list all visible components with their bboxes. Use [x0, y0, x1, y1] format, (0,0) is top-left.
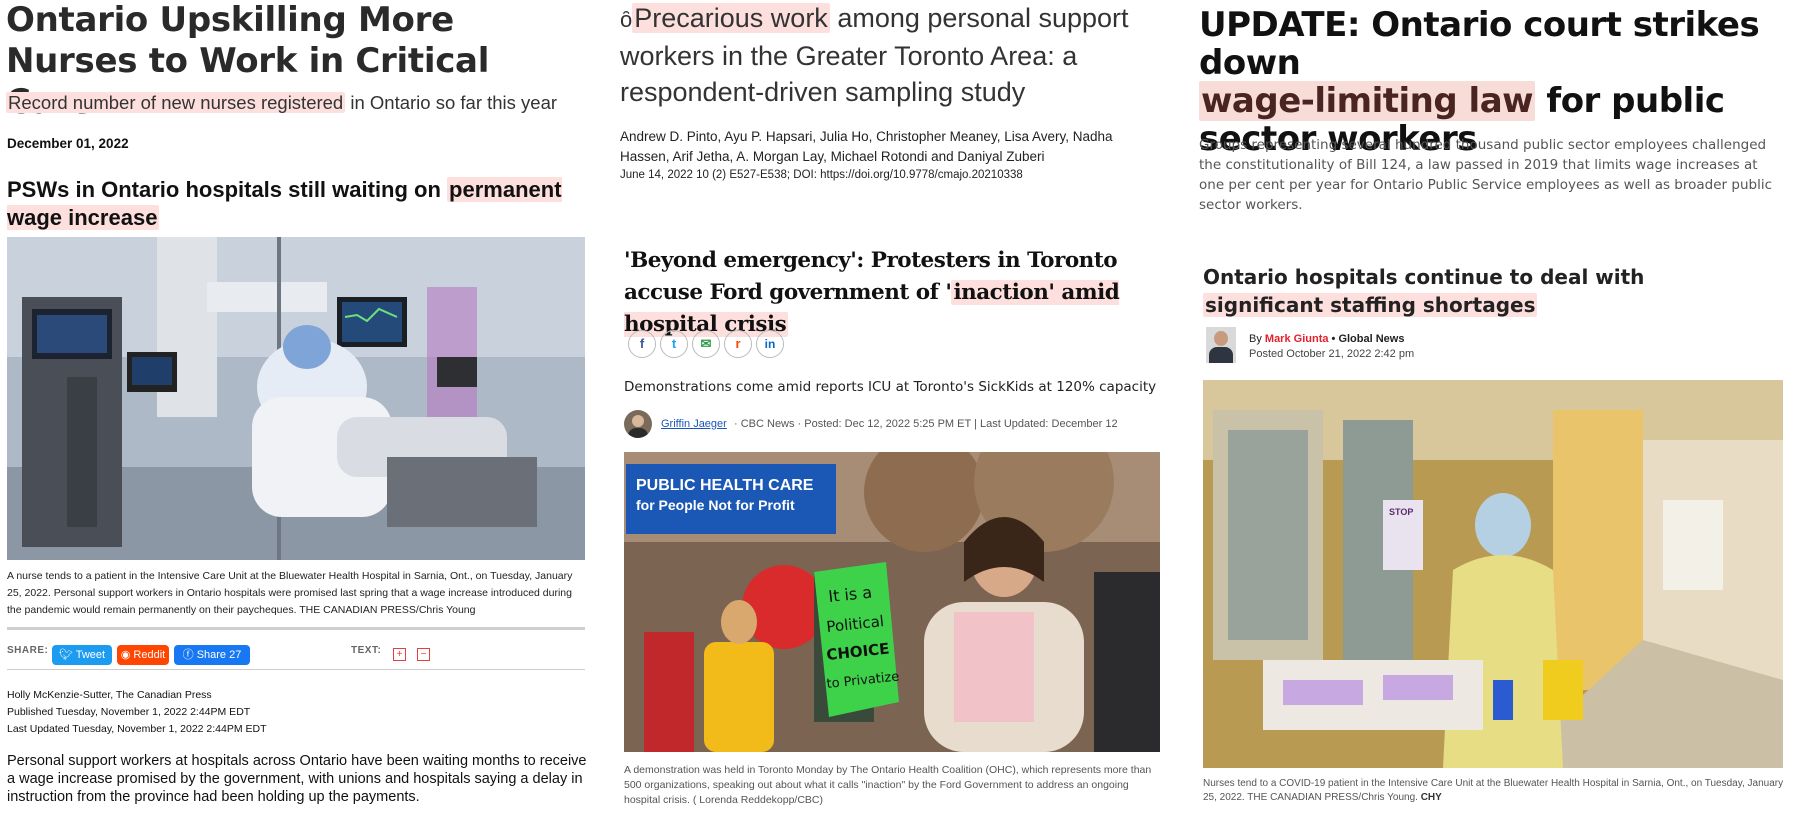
author-link[interactable]: Mark Giunta	[1265, 333, 1329, 345]
share-label: SHARE:	[7, 645, 49, 656]
open-access-icon: ȏ	[620, 7, 633, 32]
icu-hallway-photo: STOP	[1203, 380, 1783, 768]
linkedin-icon[interactable]: in	[756, 330, 784, 358]
share-bar: SHARE: 🐦︎ Tweet ◉ Reddit ⓕ Share 27 TEXT…	[7, 645, 587, 667]
tweet-button[interactable]: 🐦︎ Tweet	[52, 645, 112, 665]
global-headline[interactable]: Ontario hospitals continue to deal with …	[1203, 263, 1763, 319]
photo2-caption: A demonstration was held in Toronto Mond…	[624, 764, 1152, 806]
facebook-icon: ⓕ	[182, 649, 197, 661]
reddit-icon: ◉	[120, 649, 134, 661]
caption-text: Nurses tend to a COVID-19 patient in the…	[1203, 778, 1784, 803]
cbc-dek: Demonstrations come amid reports ICU at …	[624, 379, 1157, 395]
byline: By Mark Giunta • Global News	[1249, 333, 1404, 345]
facebook-share-button[interactable]: ⓕ Share 27	[174, 645, 250, 665]
sign-for-people: for People Not for Profit	[636, 497, 795, 513]
fb-label: Share	[196, 649, 227, 661]
headline-highlight: significant staffing shortages	[1203, 293, 1538, 317]
fb-count: 27	[229, 649, 242, 661]
email-icon[interactable]: ✉	[692, 330, 720, 358]
divider-2	[7, 669, 585, 670]
sign-public-health: PUBLIC HEALTH CARE	[636, 477, 814, 494]
author-link[interactable]: Griffin Jaeger	[661, 418, 727, 430]
article2-headline[interactable]: PSWs in Ontario hospitals still waiting …	[7, 176, 587, 232]
headline-plain: PSWs in Ontario hospitals still waiting …	[7, 177, 448, 202]
decrease-text-button[interactable]: −	[417, 648, 430, 661]
study-title[interactable]: ȏPrecarious work among personal support …	[620, 0, 1155, 110]
headline-plain: Ontario hospitals continue to deal with	[1203, 265, 1645, 289]
twitter-icon[interactable]: t	[660, 330, 688, 358]
global-author-block: By Mark Giunta • Global News Posted Octo…	[1203, 327, 1603, 365]
update-body: Groups representing several hundred thou…	[1199, 137, 1772, 213]
text-size-label: TEXT:	[351, 645, 382, 656]
photo1-caption: A nurse tends to a patient in the Intens…	[7, 570, 573, 616]
title-line1: UPDATE: Ontario court strikes down	[1199, 5, 1760, 83]
posted-date: Posted October 21, 2022 2:42 pm	[1249, 348, 1415, 360]
reddit-button[interactable]: ◉ Reddit	[117, 645, 169, 665]
facebook-icon[interactable]: f	[628, 330, 656, 358]
caption-tag: CHY	[1420, 792, 1442, 803]
byline-author: Holly McKenzie-Sutter, The Canadian Pres…	[7, 689, 212, 701]
subtitle-rest: in Ontario so far this year	[345, 92, 558, 113]
protest-photo: PUBLIC HEALTH CARE for People Not for Pr…	[624, 452, 1160, 752]
subtitle-highlight: Record number of new nurses registered	[6, 92, 346, 113]
avatar	[624, 410, 652, 438]
reddit-label: Reddit	[133, 649, 166, 661]
tweet-label: Tweet	[75, 649, 106, 661]
meta-text: · CBC News · Posted: Dec 12, 2022 5:25 P…	[734, 418, 1118, 430]
cbc-meta: Griffin Jaeger · CBC News · Posted: Dec …	[624, 410, 1164, 440]
social-share-row: f t ✉ r in	[628, 330, 798, 360]
avatar	[1206, 327, 1236, 363]
study-citation: June 14, 2022 10 (2) E527-E538; DOI: htt…	[620, 169, 1023, 181]
article2-body: Personal support workers at hospitals ac…	[7, 753, 587, 805]
stop-sign-text: STOP	[1389, 507, 1413, 517]
title-highlight: Precarious work	[632, 3, 830, 33]
byline-updated: Last Updated Tuesday, November 1, 2022 2…	[7, 723, 267, 735]
article1-subtitle: Record number of new nurses registered i…	[6, 92, 596, 114]
article1-date: December 01, 2022	[7, 136, 129, 151]
icu-nurse-photo	[7, 237, 585, 560]
reddit-icon[interactable]: r	[724, 330, 752, 358]
photo3-caption: Nurses tend to a COVID-19 patient in the…	[1203, 777, 1788, 805]
outlet-name: • Global News	[1328, 333, 1405, 345]
by-label: By	[1249, 333, 1265, 345]
article2-byline: Holly McKenzie-Sutter, The Canadian Pres…	[7, 687, 267, 738]
divider	[7, 627, 585, 630]
study-authors: Andrew D. Pinto, Ayu P. Hapsari, Julia H…	[620, 129, 1113, 164]
title-highlight: wage-limiting law	[1199, 81, 1536, 121]
byline-published: Published Tuesday, November 1, 2022 2:44…	[7, 706, 251, 718]
cbc-headline[interactable]: 'Beyond emergency': Protesters in Toront…	[624, 245, 1164, 341]
twitter-icon: 🐦︎	[58, 649, 76, 661]
increase-text-button[interactable]: +	[393, 648, 406, 661]
